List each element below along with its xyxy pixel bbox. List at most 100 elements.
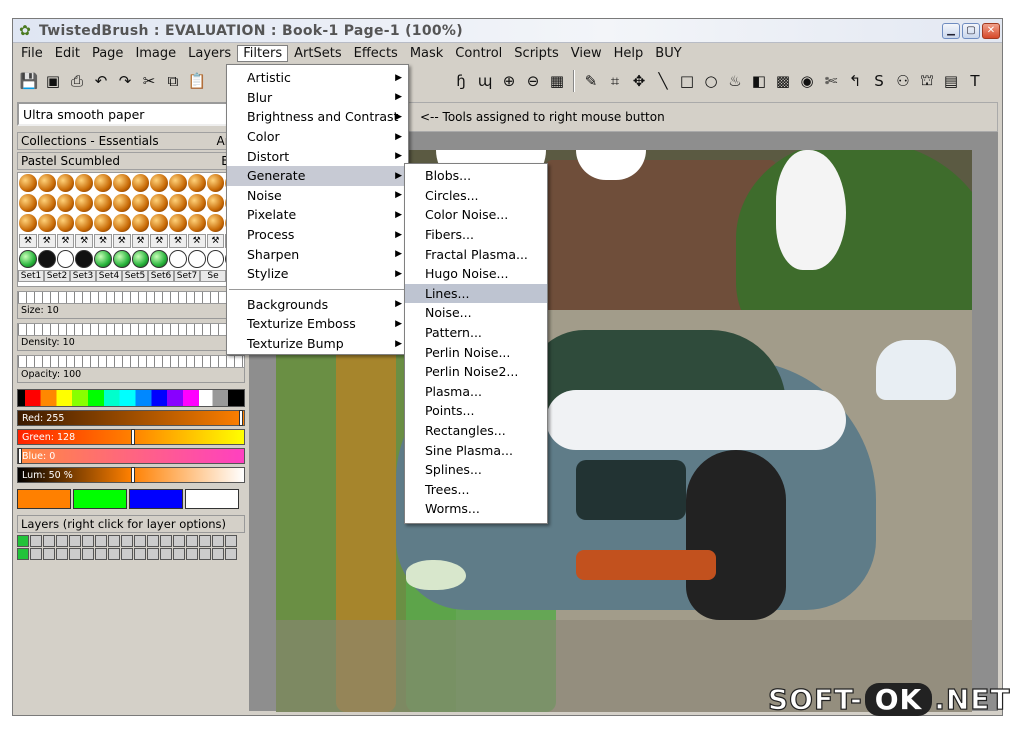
set-tab[interactable]: Set5	[122, 270, 148, 282]
set-tab[interactable]: Set3	[70, 270, 96, 282]
menu-item-process[interactable]: Process ▶	[227, 225, 408, 245]
submenu-item-trees[interactable]: Trees...	[405, 480, 547, 500]
script2-icon[interactable]: ɰ	[473, 69, 497, 93]
zoom-out-icon[interactable]: ⊖	[521, 69, 545, 93]
menu-item-generate[interactable]: Generate ▶	[227, 165, 408, 186]
set-tab[interactable]: Se	[200, 270, 226, 282]
submenu-item-worms[interactable]: Worms...	[405, 499, 547, 519]
submenu-item-blobs[interactable]: Blobs...	[405, 166, 547, 186]
maximize-button[interactable]: ▢	[962, 22, 980, 39]
rectangle-icon[interactable]: □	[675, 69, 699, 93]
menu-item-texturize-emboss[interactable]: Texturize Emboss ▶	[227, 314, 408, 334]
menu-item-texturize-bump[interactable]: Texturize Bump ▶	[227, 334, 408, 354]
menu-layers[interactable]: Layers	[182, 45, 237, 62]
menu-artsets[interactable]: ArtSets	[288, 45, 347, 62]
submenu-item-perlin-noise2[interactable]: Perlin Noise2...	[405, 362, 547, 382]
ellipse-icon[interactable]: ○	[699, 69, 723, 93]
set-tab[interactable]: Set6	[148, 270, 174, 282]
color-spectrum[interactable]	[17, 389, 245, 407]
save-icon[interactable]: 💾	[17, 69, 41, 93]
brush-row[interactable]: Pastel Scumbled Bru	[17, 152, 245, 170]
size-slider[interactable]: Size: 10	[17, 291, 245, 319]
submenu-item-perlin-noise[interactable]: Perlin Noise...	[405, 342, 547, 362]
submenu-item-fractal-plasma[interactable]: Fractal Plasma...	[405, 244, 547, 264]
lum-slider[interactable]: Lum: 50 %	[17, 467, 245, 483]
cut-icon[interactable]: ✂	[137, 69, 161, 93]
menu-item-noise[interactable]: Noise ▶	[227, 186, 408, 206]
menu-buy[interactable]: BUY	[649, 45, 687, 62]
blue-slider[interactable]: Blue: 0	[17, 448, 245, 464]
submenu-item-points[interactable]: Points...	[405, 401, 547, 421]
empty-color-swatch[interactable]	[185, 489, 239, 509]
menu-item-backgrounds[interactable]: Backgrounds ▶	[227, 295, 408, 315]
paste-icon[interactable]: 📋	[185, 69, 209, 93]
layers-icon[interactable]: ▤	[939, 69, 963, 93]
tertiary-color-swatch[interactable]	[129, 489, 183, 509]
secondary-color-swatch[interactable]	[73, 489, 127, 509]
submenu-item-fibers[interactable]: Fibers...	[405, 225, 547, 245]
opacity-slider[interactable]: Opacity: 100	[17, 355, 245, 383]
line-icon[interactable]: ╲	[651, 69, 675, 93]
submenu-item-sine-plasma[interactable]: Sine Plasma...	[405, 440, 547, 460]
eye-icon[interactable]: ◉	[795, 69, 819, 93]
submenu-item-pattern[interactable]: Pattern...	[405, 323, 547, 343]
submenu-item-hugo-noise[interactable]: Hugo Noise...	[405, 264, 547, 284]
menu-scripts[interactable]: Scripts	[508, 45, 564, 62]
undo-icon[interactable]: ↶	[89, 69, 113, 93]
menu-mask[interactable]: Mask	[404, 45, 449, 62]
menu-item-sharpen[interactable]: Sharpen ▶	[227, 244, 408, 264]
menu-file[interactable]: File	[15, 45, 49, 62]
fill-icon[interactable]: ♨	[723, 69, 747, 93]
menu-item-distort[interactable]: Distort ▶	[227, 146, 408, 166]
green-slider[interactable]: Green: 128	[17, 429, 245, 445]
set-tab[interactable]: Set1	[18, 270, 44, 282]
submenu-item-circles[interactable]: Circles...	[405, 186, 547, 206]
scissors-select-icon[interactable]: ✄	[819, 69, 843, 93]
density-slider[interactable]: Density: 10	[17, 323, 245, 351]
document-icon[interactable]: ▣	[41, 69, 65, 93]
stamp-icon[interactable]: ⛫	[915, 69, 939, 93]
text-icon[interactable]: S	[867, 69, 891, 93]
copy-icon[interactable]: ⧉	[161, 69, 185, 93]
menu-edit[interactable]: Edit	[49, 45, 86, 62]
set-tab[interactable]: Set7	[174, 270, 200, 282]
set-tab[interactable]: Set4	[96, 270, 122, 282]
submenu-item-rectangles[interactable]: Rectangles...	[405, 421, 547, 441]
menu-item-blur[interactable]: Blur ▶	[227, 88, 408, 108]
menu-image[interactable]: Image	[129, 45, 182, 62]
set-tab[interactable]: Set2	[44, 270, 70, 282]
menu-view[interactable]: View	[565, 45, 608, 62]
clone-icon[interactable]: ⚇	[891, 69, 915, 93]
menu-item-artistic[interactable]: Artistic ▶	[227, 68, 408, 88]
menu-item-color[interactable]: Color ▶	[227, 127, 408, 147]
menu-item-stylize[interactable]: Stylize ▶	[227, 264, 408, 284]
layers-grid[interactable]	[17, 535, 245, 560]
menu-control[interactable]: Control	[449, 45, 508, 62]
menu-effects[interactable]: Effects	[348, 45, 404, 62]
submenu-item-noise[interactable]: Noise...	[405, 303, 547, 323]
submenu-item-splines[interactable]: Splines...	[405, 460, 547, 480]
close-button[interactable]: ✕	[982, 22, 1000, 39]
collection-row[interactable]: Collections - Essentials ArtS	[17, 132, 245, 150]
primary-color-swatch[interactable]	[17, 489, 71, 509]
set-tabs[interactable]: Set1 Set2 Set3 Set4 Set5 Set6 Set7 Se	[18, 269, 244, 283]
crop-icon[interactable]: ⌗	[603, 69, 627, 93]
minimize-button[interactable]: ▁	[942, 22, 960, 39]
menu-item-brightness-contrast[interactable]: Brightness and Contrast ▶	[227, 107, 408, 127]
submenu-item-color-noise[interactable]: Color Noise...	[405, 205, 547, 225]
red-slider[interactable]: Red: 255	[17, 410, 245, 426]
pattern-icon[interactable]: ▩	[771, 69, 795, 93]
paper-select[interactable]: Ultra smooth paper	[17, 102, 245, 126]
submenu-item-lines[interactable]: Lines...	[405, 283, 547, 304]
brush-grid[interactable]: ⚒⚒⚒⚒⚒⚒⚒⚒⚒⚒⚒⚒ Set1 Set2 Set3 Set4 Set5 Se…	[17, 172, 245, 287]
submenu-item-plasma[interactable]: Plasma...	[405, 382, 547, 402]
brush-icon[interactable]: ✎	[579, 69, 603, 93]
redo-icon[interactable]: ↷	[113, 69, 137, 93]
menu-help[interactable]: Help	[608, 45, 650, 62]
gradient-icon[interactable]: ◧	[747, 69, 771, 93]
grid-icon[interactable]: ▦	[545, 69, 569, 93]
print-icon[interactable]: ⎙	[65, 69, 89, 93]
type-icon[interactable]: T	[963, 69, 987, 93]
menu-filters[interactable]: Filters	[237, 44, 289, 62]
menu-page[interactable]: Page	[86, 45, 129, 62]
